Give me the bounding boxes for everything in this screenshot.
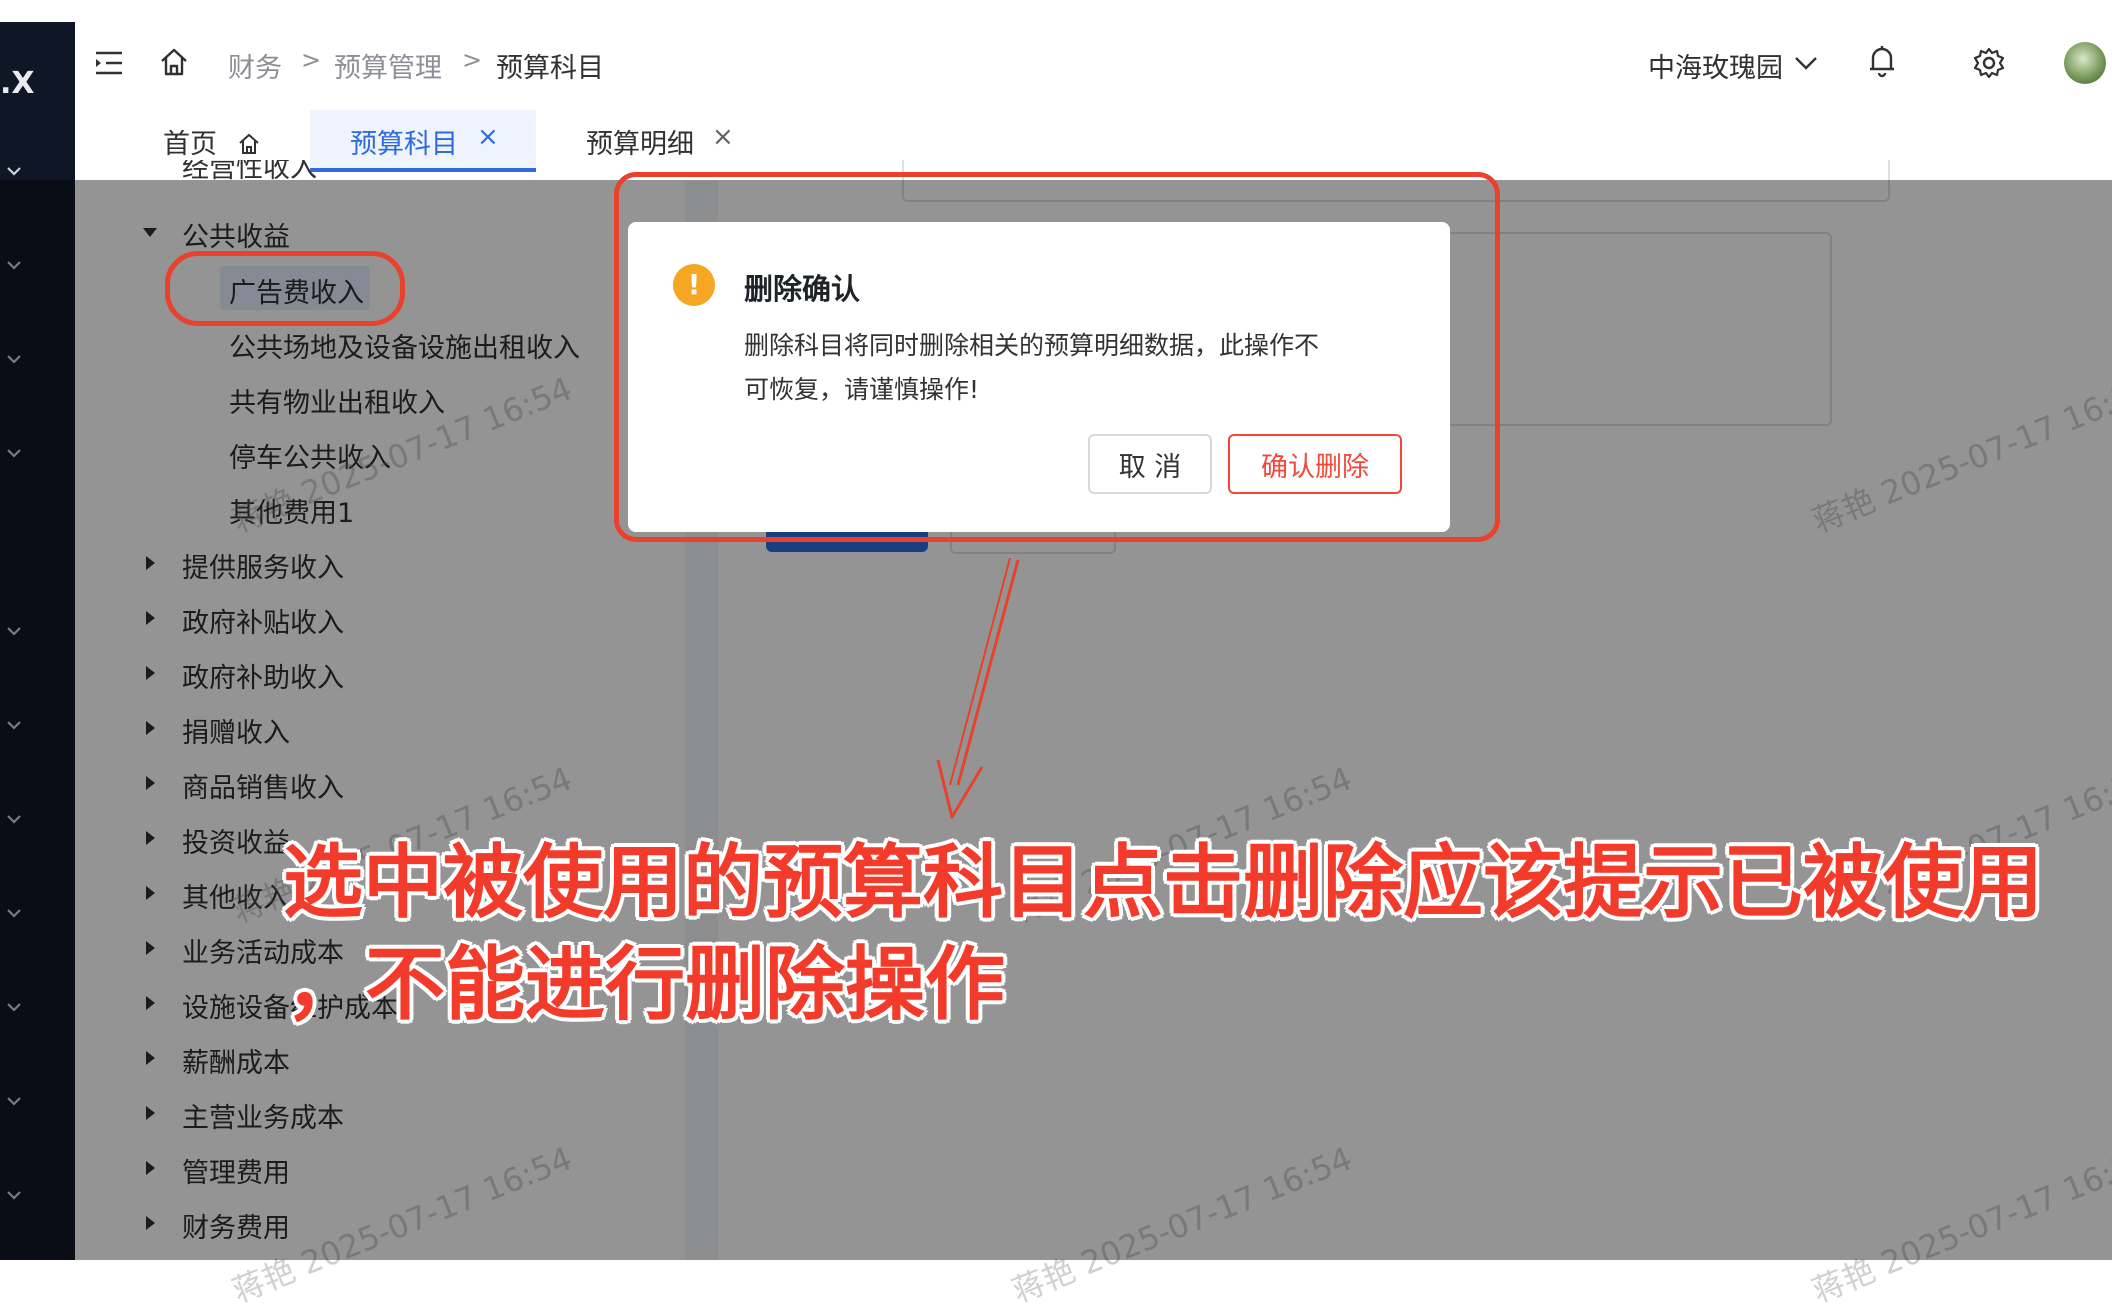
breadcrumb-finance[interactable]: 财务 — [228, 46, 282, 85]
breadcrumb-separator: > — [301, 46, 322, 74]
user-avatar[interactable] — [2064, 42, 2106, 84]
tab-home-label: 首页 — [163, 129, 217, 160]
close-icon[interactable]: × — [477, 122, 499, 152]
menu-collapse-icon[interactable] — [94, 50, 124, 76]
breadcrumb-budget-management[interactable]: 预算管理 — [334, 46, 442, 85]
community-selector[interactable]: 中海玫瑰园 — [1648, 46, 1783, 85]
bell-icon[interactable] — [1868, 44, 1896, 78]
tab-budget-subject[interactable]: 预算科目 × — [310, 110, 536, 172]
breadcrumb-separator: > — [462, 46, 483, 74]
annotation-arrow — [936, 557, 1020, 819]
home-icon — [239, 133, 259, 154]
active-tab-indicator — [310, 168, 536, 172]
annotation-caption-line2: ，不能进行删除操作 — [285, 938, 1005, 1031]
annotation-caption-line1: 选中被使用的预算科目点击删除应该提示已被使用 — [283, 836, 2043, 929]
breadcrumb-current: 预算科目 — [496, 53, 604, 84]
gear-icon[interactable] — [1972, 46, 2006, 80]
app-logo-fragment: .X — [0, 66, 35, 101]
tab-budget-detail-label: 预算明细 — [586, 129, 694, 160]
tab-budget-detail[interactable]: 预算明细 × — [586, 122, 746, 170]
home-icon[interactable] — [158, 46, 190, 78]
sidebar-chevron-down-icon[interactable] — [5, 162, 23, 180]
close-icon[interactable]: × — [712, 122, 734, 152]
dialog-highlight-box — [614, 172, 1500, 542]
tab-budget-subject-label: 预算科目 — [350, 129, 458, 160]
selected-node-highlight-box — [165, 251, 405, 326]
chevron-down-icon[interactable] — [1794, 54, 1818, 72]
